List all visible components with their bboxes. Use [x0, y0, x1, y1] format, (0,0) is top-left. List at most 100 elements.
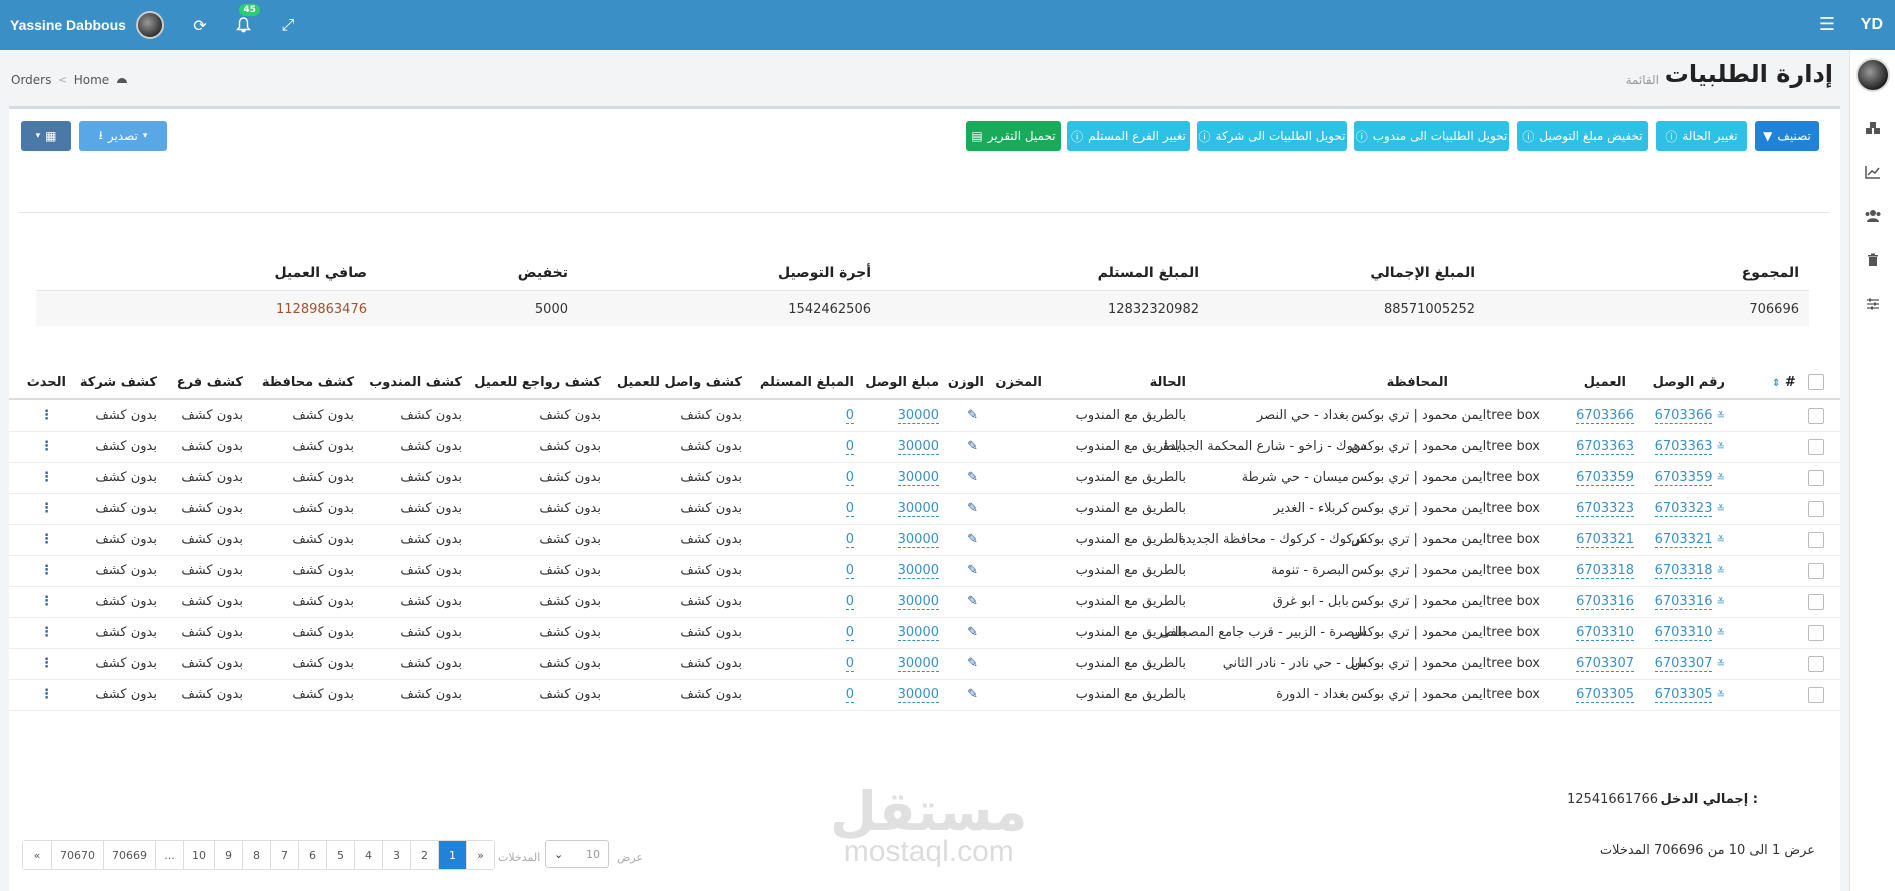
pencil-icon[interactable]: ✎ [967, 563, 978, 578]
chevron-double-down-icon[interactable]: ≚ [1717, 659, 1725, 670]
row-checkbox[interactable] [1808, 439, 1824, 455]
received-amount[interactable]: 0 [845, 563, 854, 579]
more-actions-icon[interactable]: ⋮ [40, 532, 53, 547]
chevron-double-down-icon[interactable]: ≚ [1717, 566, 1725, 577]
receipt-amount[interactable]: 30000 [897, 470, 939, 486]
received-amount[interactable]: 0 [845, 656, 854, 672]
chevron-double-down-icon[interactable]: ≚ [1717, 442, 1725, 453]
page-link[interactable]: 2 [410, 841, 438, 869]
col-weight[interactable]: الوزن [948, 375, 984, 390]
received-amount[interactable]: 0 [845, 625, 854, 641]
more-actions-icon[interactable]: ⋮ [40, 439, 53, 454]
chevron-double-down-icon[interactable]: ≚ [1717, 473, 1725, 484]
chevron-double-down-icon[interactable]: ≚ [1717, 597, 1725, 608]
row-expand[interactable]: 6703321 ≚ [1654, 532, 1725, 548]
row-expand[interactable]: 6703310 ≚ [1654, 625, 1725, 641]
select-all-checkbox[interactable] [1808, 374, 1824, 390]
row-expand[interactable]: 6703307 ≚ [1654, 656, 1725, 672]
row-checkbox[interactable] [1808, 687, 1824, 703]
pencil-icon[interactable]: ✎ [967, 594, 978, 609]
receipt-number[interactable]: 6703321 [1576, 532, 1634, 548]
reduce-delivery-button[interactable]: ⓘ تخفيض مبلغ التوصيل [1517, 121, 1648, 151]
page-link[interactable]: » [466, 841, 494, 869]
page-link[interactable]: 70670 [51, 841, 103, 869]
more-actions-icon[interactable]: ⋮ [40, 594, 53, 609]
received-amount[interactable]: 0 [845, 470, 854, 486]
receipt-amount[interactable]: 30000 [897, 501, 939, 517]
breadcrumb-orders[interactable]: Orders [11, 73, 51, 87]
users-icon[interactable] [1850, 194, 1895, 238]
table-row[interactable]: 6703366 ≚ 6703366 ايمن محمود | تري بوكسtre… [9, 401, 1840, 432]
col-company[interactable]: كشف شركة [80, 375, 157, 390]
page-link[interactable]: 6 [298, 841, 326, 869]
more-actions-icon[interactable]: ⋮ [40, 501, 53, 516]
table-row[interactable]: 6703359 ≚ 6703359 ايمن محمود | تري بوكسtre… [9, 463, 1840, 494]
receipt-number[interactable]: 6703316 [1576, 594, 1634, 610]
per-page-select[interactable]: ⌄ 10 [545, 840, 609, 868]
row-expand[interactable]: 6703363 ≚ [1654, 439, 1725, 455]
cubes-icon[interactable] [1850, 106, 1895, 150]
pencil-icon[interactable]: ✎ [967, 625, 978, 640]
brand-logo[interactable]: YD [1861, 0, 1883, 50]
table-row[interactable]: 6703363 ≚ 6703363 ايمن محمود | تري بوكسtre… [9, 432, 1840, 463]
received-amount[interactable]: 0 [845, 532, 854, 548]
received-amount[interactable]: 0 [845, 501, 854, 517]
col-client[interactable]: العميل [1584, 375, 1626, 390]
receipt-amount[interactable]: 30000 [897, 687, 939, 703]
breadcrumb-home[interactable]: Home [74, 73, 109, 87]
received-amount[interactable]: 0 [845, 687, 854, 703]
sidebar-avatar[interactable] [1855, 58, 1890, 92]
more-actions-icon[interactable]: ⋮ [40, 470, 53, 485]
receipt-number[interactable]: 6703363 [1576, 439, 1634, 455]
page-link[interactable]: 3 [382, 841, 410, 869]
row-checkbox[interactable] [1808, 501, 1824, 517]
page-link[interactable]: 10 [183, 841, 214, 869]
row-expand[interactable]: 6703318 ≚ [1654, 563, 1725, 579]
receipt-amount[interactable]: 30000 [897, 439, 939, 455]
more-actions-icon[interactable]: ⋮ [40, 656, 53, 671]
row-expand[interactable]: 6703359 ≚ [1654, 470, 1725, 486]
chevron-double-down-icon[interactable]: ≚ [1717, 535, 1725, 546]
refresh-icon[interactable]: ⟳ [188, 13, 212, 37]
col-branch[interactable]: كشف فرع [177, 375, 243, 390]
row-expand[interactable]: 6703366 ≚ [1654, 408, 1725, 424]
assign-delegate-button[interactable]: ⓘ تحويل الطلبيات الى مندوب [1354, 121, 1509, 151]
row-checkbox[interactable] [1808, 656, 1824, 672]
col-client-returns[interactable]: كشف رواجع للعميل [474, 375, 601, 390]
download-report-button[interactable]: ▤ تحميل التقرير [966, 121, 1061, 151]
row-expand[interactable]: 6703316 ≚ [1654, 594, 1725, 610]
export-button[interactable]: ⭳ تصدير ▾ [79, 121, 167, 151]
sliders-icon[interactable] [1850, 282, 1895, 326]
receipt-number[interactable]: 6703359 [1576, 470, 1634, 486]
chevron-double-down-icon[interactable]: ≚ [1717, 411, 1725, 422]
table-row[interactable]: 6703318 ≚ 6703318 ايمن محمود | تري بوكسtre… [9, 556, 1840, 587]
fullscreen-icon[interactable]: ⤢ [276, 13, 300, 37]
bell-icon[interactable]: 45 [232, 4, 260, 37]
pencil-icon[interactable]: ✎ [967, 656, 978, 671]
more-actions-icon[interactable]: ⋮ [40, 625, 53, 640]
chevron-double-down-icon[interactable]: ≚ [1717, 504, 1725, 515]
assign-company-button[interactable]: ⓘ تحويل الطلبيات الى شركة [1197, 121, 1347, 151]
row-checkbox[interactable] [1808, 625, 1824, 641]
col-received-amount[interactable]: المبلغ المستلم [760, 375, 854, 390]
change-status-button[interactable]: ⓘ تغيير الحالة [1656, 121, 1747, 151]
col-receipt[interactable]: رقم الوصل [1653, 375, 1725, 390]
row-checkbox[interactable] [1808, 470, 1824, 486]
row-expand[interactable]: 6703305 ≚ [1654, 687, 1725, 703]
page-link[interactable]: 1 [438, 841, 466, 869]
row-checkbox[interactable] [1808, 594, 1824, 610]
chevron-double-down-icon[interactable]: ≚ [1717, 628, 1725, 639]
receipt-number[interactable]: 6703310 [1576, 625, 1634, 641]
receipt-amount[interactable]: 30000 [897, 656, 939, 672]
page-link[interactable]: 4 [354, 841, 382, 869]
receipt-amount[interactable]: 30000 [897, 408, 939, 424]
col-delegate[interactable]: كشف المندوب [369, 375, 462, 390]
row-checkbox[interactable] [1808, 532, 1824, 548]
receipt-amount[interactable]: 30000 [897, 563, 939, 579]
receipt-number[interactable]: 6703305 [1576, 687, 1634, 703]
pencil-icon[interactable]: ✎ [967, 439, 978, 454]
receipt-amount[interactable]: 30000 [897, 625, 939, 641]
more-actions-icon[interactable]: ⋮ [40, 408, 53, 423]
page-link[interactable]: « [23, 841, 51, 869]
receipt-number[interactable]: 6703307 [1576, 656, 1634, 672]
